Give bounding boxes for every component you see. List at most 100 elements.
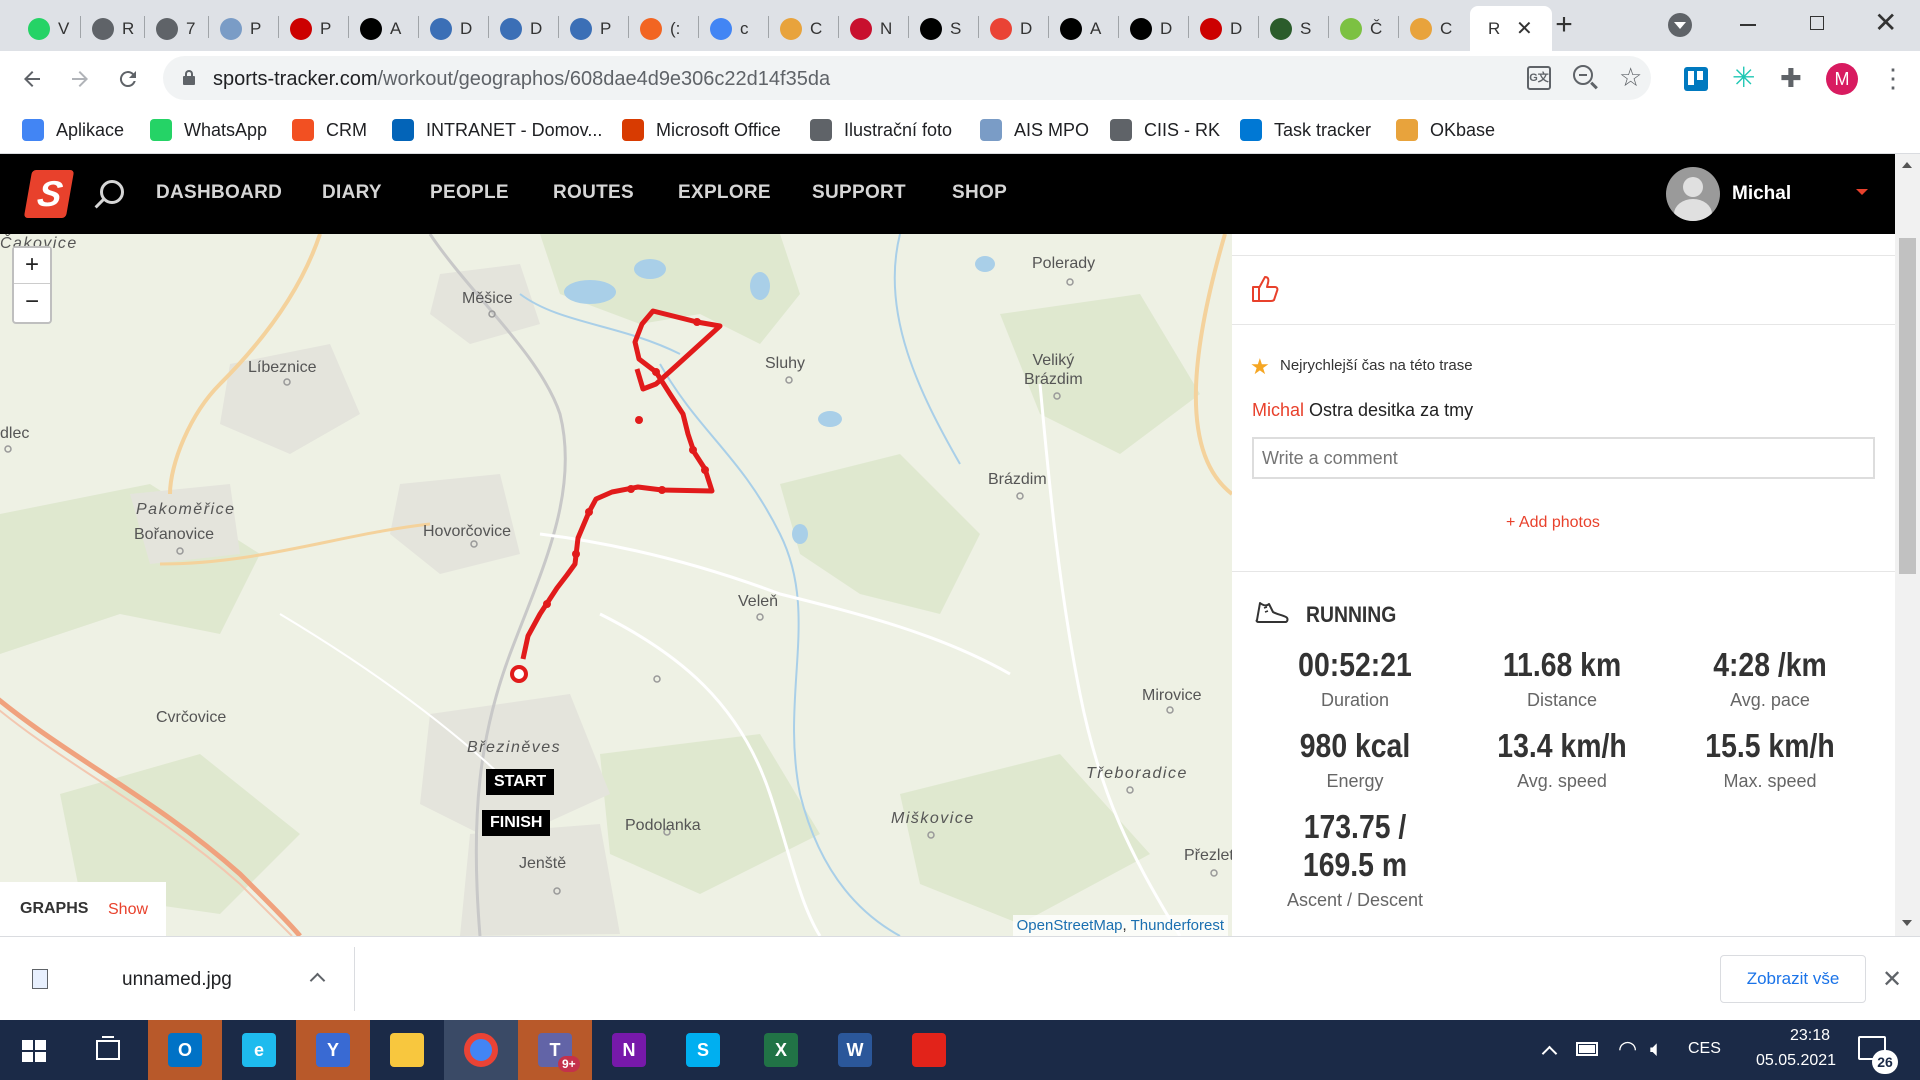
nav-diary[interactable]: DIARY: [322, 182, 382, 204]
scroll-thumb[interactable]: [1899, 238, 1916, 574]
user-avatar[interactable]: [1666, 167, 1720, 221]
browser-tab[interactable]: D: [490, 6, 560, 51]
wifi-icon[interactable]: ◠: [1618, 1036, 1637, 1062]
browser-tab[interactable]: V: [18, 6, 82, 51]
browser-tab[interactable]: P: [560, 6, 630, 51]
new-tab-button[interactable]: +: [1548, 10, 1580, 42]
download-options-chevron-icon[interactable]: [309, 972, 326, 989]
bookmark-globe[interactable]: CIIS - RK: [1110, 116, 1220, 144]
bookmark-whatsapp[interactable]: WhatsApp: [150, 116, 267, 144]
windows-start-icon[interactable]: [22, 1040, 46, 1062]
sports-tracker-logo[interactable]: S: [23, 170, 75, 218]
nav-dashboard[interactable]: DASHBOARD: [156, 182, 282, 204]
browser-tab[interactable]: S: [910, 6, 980, 51]
add-photos-link[interactable]: + Add photos: [1506, 514, 1600, 532]
browser-tab[interactable]: A: [1050, 6, 1120, 51]
minimize-button[interactable]: [1740, 24, 1756, 26]
clock-date[interactable]: 05.05.2021: [1734, 1052, 1858, 1070]
browser-menu-icon[interactable]: ⋮: [1880, 63, 1906, 93]
scroll-down-arrow[interactable]: [1902, 920, 1912, 926]
url-text[interactable]: sports-tracker.com/workout/geographos/60…: [213, 68, 830, 91]
browser-tab[interactable]: P: [280, 6, 350, 51]
browser-tab[interactable]: N: [840, 6, 910, 51]
bookmark-okbase[interactable]: OKbase: [1396, 116, 1495, 144]
attribution-thunderforest-link[interactable]: Thunderforest: [1131, 917, 1224, 934]
comment-author[interactable]: Michal: [1252, 400, 1304, 420]
browser-tab[interactable]: C: [1400, 6, 1470, 51]
volume-icon[interactable]: 🔈︎: [1650, 1036, 1663, 1062]
scroll-up-arrow[interactable]: [1902, 162, 1912, 168]
browser-tab[interactable]: (:: [630, 6, 700, 51]
browser-tab[interactable]: D: [1120, 6, 1190, 51]
like-icon[interactable]: [1250, 274, 1280, 304]
close-window-button[interactable]: ✕: [1874, 6, 1897, 39]
attribution-osm-link[interactable]: OpenStreetMap: [1017, 917, 1123, 934]
browser-tab[interactable]: A: [350, 6, 420, 51]
bookmark-apps-grid[interactable]: Aplikace: [22, 116, 124, 144]
reload-icon[interactable]: [110, 61, 146, 97]
taskbar-chrome[interactable]: [444, 1020, 518, 1080]
nav-people[interactable]: PEOPLE: [430, 182, 509, 204]
bookmark-globe[interactable]: Ilustrační foto: [810, 116, 952, 144]
lock-icon[interactable]: [183, 70, 195, 85]
browser-tab[interactable]: D: [980, 6, 1050, 51]
restore-button[interactable]: [1810, 16, 1824, 30]
tab-search-icon[interactable]: [1668, 13, 1692, 37]
taskbar-onenote[interactable]: N: [592, 1020, 666, 1080]
taskbar-internet-explorer[interactable]: e: [222, 1020, 296, 1080]
bookmark-task-tracker[interactable]: Task tracker: [1240, 116, 1371, 144]
profile-avatar[interactable]: M: [1826, 63, 1858, 95]
extension-trello-icon[interactable]: [1684, 67, 1708, 91]
start-finish-marker[interactable]: [510, 665, 528, 683]
browser-tab[interactable]: C: [770, 6, 840, 51]
taskbar-outlook[interactable]: O: [148, 1020, 222, 1080]
taskbar-file-explorer[interactable]: [370, 1020, 444, 1080]
address-bar[interactable]: sports-tracker.com/workout/geographos/60…: [163, 56, 1651, 100]
browser-tab[interactable]: 7: [146, 6, 210, 51]
extension-sparkle-icon[interactable]: ✳: [1732, 61, 1755, 94]
graphs-show-link[interactable]: Show: [108, 901, 148, 919]
map-canvas[interactable]: [0, 234, 1232, 936]
comment-input[interactable]: [1252, 437, 1875, 479]
taskbar-teams[interactable]: T: [518, 1020, 592, 1080]
page-scrollbar[interactable]: [1895, 154, 1920, 936]
bookmark-windows-logo[interactable]: CRM: [292, 116, 367, 144]
taskbar-skype[interactable]: S: [666, 1020, 740, 1080]
battery-icon[interactable]: [1576, 1042, 1598, 1056]
translate-icon[interactable]: G文: [1527, 66, 1551, 90]
nav-shop[interactable]: SHOP: [952, 182, 1007, 204]
input-language[interactable]: CES: [1688, 1040, 1721, 1058]
nav-explore[interactable]: EXPLORE: [678, 182, 771, 204]
zoom-icon[interactable]: [1573, 65, 1598, 90]
download-file-name[interactable]: unnamed.jpg: [122, 969, 232, 991]
site-search-icon[interactable]: [94, 180, 124, 209]
browser-tab[interactable]: D: [1190, 6, 1260, 51]
browser-tab[interactable]: R ✕: [1470, 6, 1552, 51]
browser-tab[interactable]: S: [1260, 6, 1330, 51]
task-view-icon[interactable]: [96, 1036, 120, 1060]
zoom-in-button[interactable]: +: [14, 248, 50, 284]
bookmark-office[interactable]: Microsoft Office: [622, 116, 781, 144]
browser-tab[interactable]: Č: [1330, 6, 1400, 51]
nav-routes[interactable]: ROUTES: [553, 182, 634, 204]
user-dropdown-icon[interactable]: [1856, 189, 1868, 195]
browser-tab[interactable]: D: [420, 6, 490, 51]
zoom-out-button[interactable]: −: [14, 285, 50, 321]
browser-tab[interactable]: R: [82, 6, 146, 51]
show-hidden-icons-chevron-icon[interactable]: [1541, 1045, 1558, 1062]
bookmark-star-icon[interactable]: ☆: [1619, 62, 1642, 93]
forward-icon[interactable]: [62, 61, 98, 97]
back-icon[interactable]: [14, 61, 50, 97]
route-map[interactable]: Měšice Polerady Líbeznice Sluhy Veliký Brázd…: [0, 234, 1232, 936]
taskbar-excel[interactable]: X: [744, 1020, 818, 1080]
nav-support[interactable]: SUPPORT: [812, 182, 906, 204]
bookmark-ais[interactable]: AIS MPO: [980, 116, 1089, 144]
user-menu[interactable]: Michal: [1666, 167, 1876, 221]
show-all-downloads-button[interactable]: Zobrazit vše: [1720, 955, 1866, 1003]
browser-tab[interactable]: P: [210, 6, 280, 51]
bookmark-sharepoint[interactable]: INTRANET - Domov...: [392, 116, 602, 144]
taskbar-word[interactable]: W: [818, 1020, 892, 1080]
close-download-shelf-icon[interactable]: ✕: [1882, 965, 1902, 994]
taskbar-yammer[interactable]: Y: [296, 1020, 370, 1080]
clock-time[interactable]: 23:18: [1762, 1027, 1858, 1045]
